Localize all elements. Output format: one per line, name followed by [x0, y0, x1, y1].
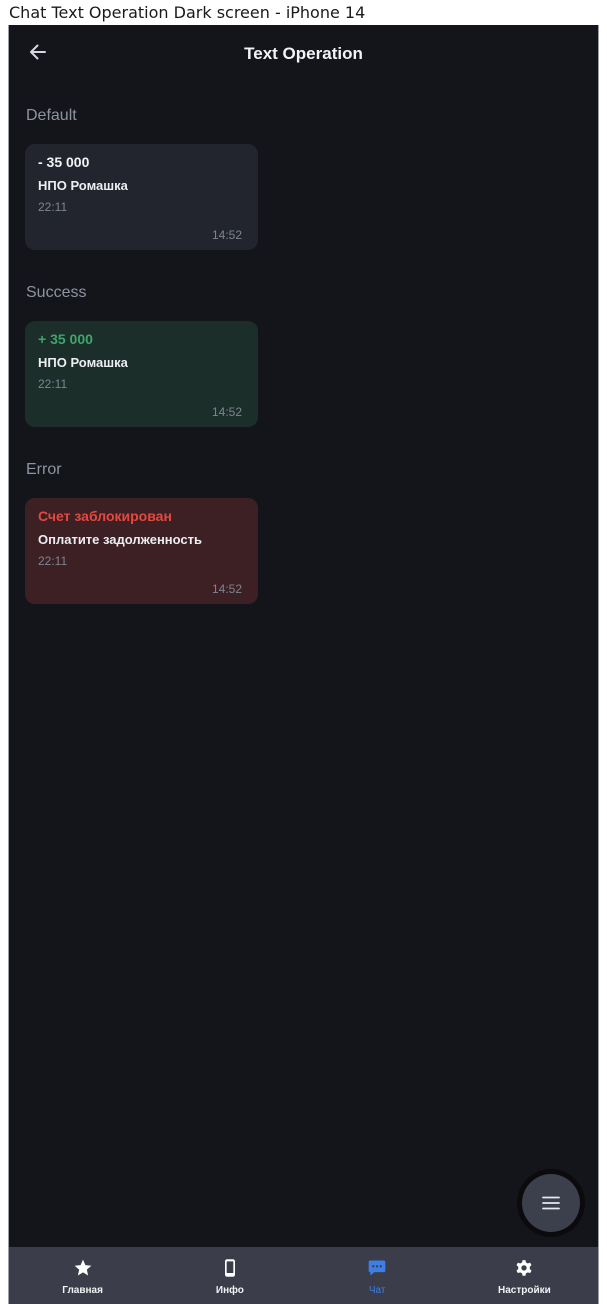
section-label-default: Default [26, 107, 77, 124]
fab-inner [522, 1174, 580, 1232]
header: Text Operation [9, 25, 598, 83]
tab-label-chat: Чат [368, 1285, 386, 1296]
message-bubble-default[interactable]: - 35 000 НПО Ромашка 22:11 14:52 [25, 144, 258, 250]
bubble-subtitle: Оплатите задолженность [38, 532, 203, 547]
message-bubble-error[interactable]: Счет заблокирован Оплатите задолженность… [25, 498, 258, 604]
bubble-subtitle: НПО Ромашка [38, 178, 128, 193]
bubble-meta: 22:11 [38, 200, 68, 214]
chat-icon [367, 1258, 387, 1278]
bubble-time: 14:52 [211, 582, 242, 596]
frame-title: Chat Text Operation Dark screen - iPhone… [0, 0, 607, 25]
tab-chat[interactable]: Чат [304, 1247, 451, 1304]
section-label-error: Error [26, 461, 62, 478]
tab-bar: Главная Инфо Чат Настройки [9, 1247, 598, 1304]
message-bubble-success[interactable]: + 35 000 НПО Ромашка 22:11 14:52 [25, 321, 258, 427]
tab-label-home: Главная [62, 1285, 103, 1296]
tab-info[interactable]: Инфо [156, 1247, 303, 1304]
menu-icon [542, 1196, 560, 1210]
bubble-title: + 35 000 [38, 331, 93, 347]
gear-icon [514, 1258, 534, 1278]
bubble-meta: 22:11 [38, 377, 68, 391]
page-title: Text Operation [244, 44, 363, 63]
tab-home[interactable]: Главная [9, 1247, 156, 1304]
star-icon [73, 1258, 93, 1278]
menu-fab-button[interactable] [517, 1169, 585, 1237]
section-label-success: Success [26, 284, 87, 301]
bubble-subtitle: НПО Ромашка [38, 355, 128, 370]
bubble-title: - 35 000 [38, 154, 90, 170]
tab-label-info: Инфо [215, 1285, 244, 1296]
phone-icon [220, 1258, 240, 1278]
phone-screen: Text Operation Default - 35 000 НПО Рома… [8, 25, 599, 1304]
tab-settings[interactable]: Настройки [451, 1247, 598, 1304]
bubble-title: Счет заблокирован [38, 508, 172, 524]
bubble-time: 14:52 [211, 405, 242, 419]
tab-label-settings: Настройки [497, 1285, 551, 1296]
bubble-time: 14:52 [211, 228, 242, 242]
bubble-meta: 22:11 [38, 554, 68, 568]
